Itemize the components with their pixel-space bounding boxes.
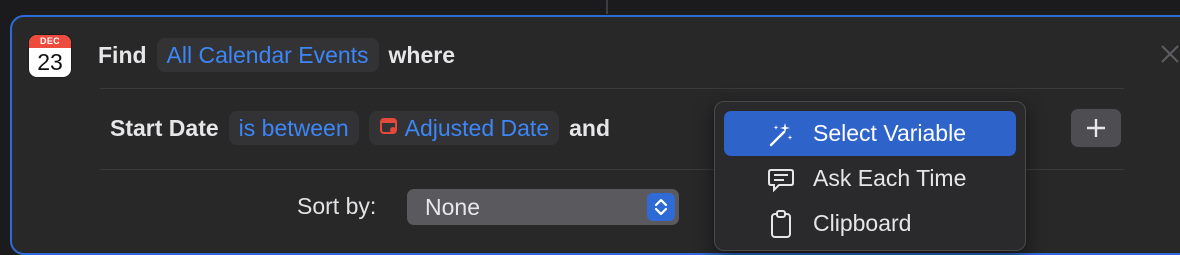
clipboard-icon — [766, 209, 796, 239]
variable-token[interactable]: Adjusted Date — [368, 111, 560, 145]
menu-item-ask-each-time[interactable]: Ask Each Time — [724, 156, 1016, 201]
find-label: Find — [98, 41, 147, 68]
sort-value: None — [425, 193, 480, 220]
entity-token[interactable]: All Calendar Events — [156, 38, 379, 72]
filter-field[interactable]: Start Date — [110, 115, 219, 142]
adjusted-date-icon — [379, 115, 399, 141]
updown-chevron-icon — [647, 193, 675, 221]
magic-wand-icon — [766, 119, 796, 149]
add-filter-button[interactable] — [1071, 109, 1121, 147]
menu-item-select-variable[interactable]: Select Variable — [724, 111, 1016, 156]
find-row: Find All Calendar Events where — [98, 37, 455, 73]
menu-item-label: Clipboard — [813, 210, 912, 236]
speech-bubble-icon — [766, 164, 796, 194]
calendar-app-icon: DEC 23 — [29, 35, 71, 77]
menu-item-label: Ask Each Time — [813, 165, 967, 191]
and-label: and — [569, 114, 610, 141]
close-icon[interactable] — [1158, 42, 1180, 66]
menu-item-label: Select Variable — [813, 120, 966, 146]
where-label: where — [388, 41, 456, 68]
window-divider — [606, 0, 608, 14]
calendar-icon-day: 23 — [37, 49, 63, 75]
variable-label: Adjusted Date — [404, 115, 550, 141]
operator-token[interactable]: is between — [228, 111, 359, 145]
variable-menu: Select Variable Ask Each Time Clipboard — [714, 101, 1026, 251]
sort-label: Sort by: — [297, 193, 377, 219]
menu-item-clipboard[interactable]: Clipboard — [724, 201, 1016, 246]
plus-icon — [1087, 119, 1105, 137]
sort-select[interactable]: None — [407, 189, 679, 225]
calendar-icon-month: DEC — [29, 35, 71, 48]
filter-row: Start Date is between Adjusted Date and — [110, 110, 610, 146]
